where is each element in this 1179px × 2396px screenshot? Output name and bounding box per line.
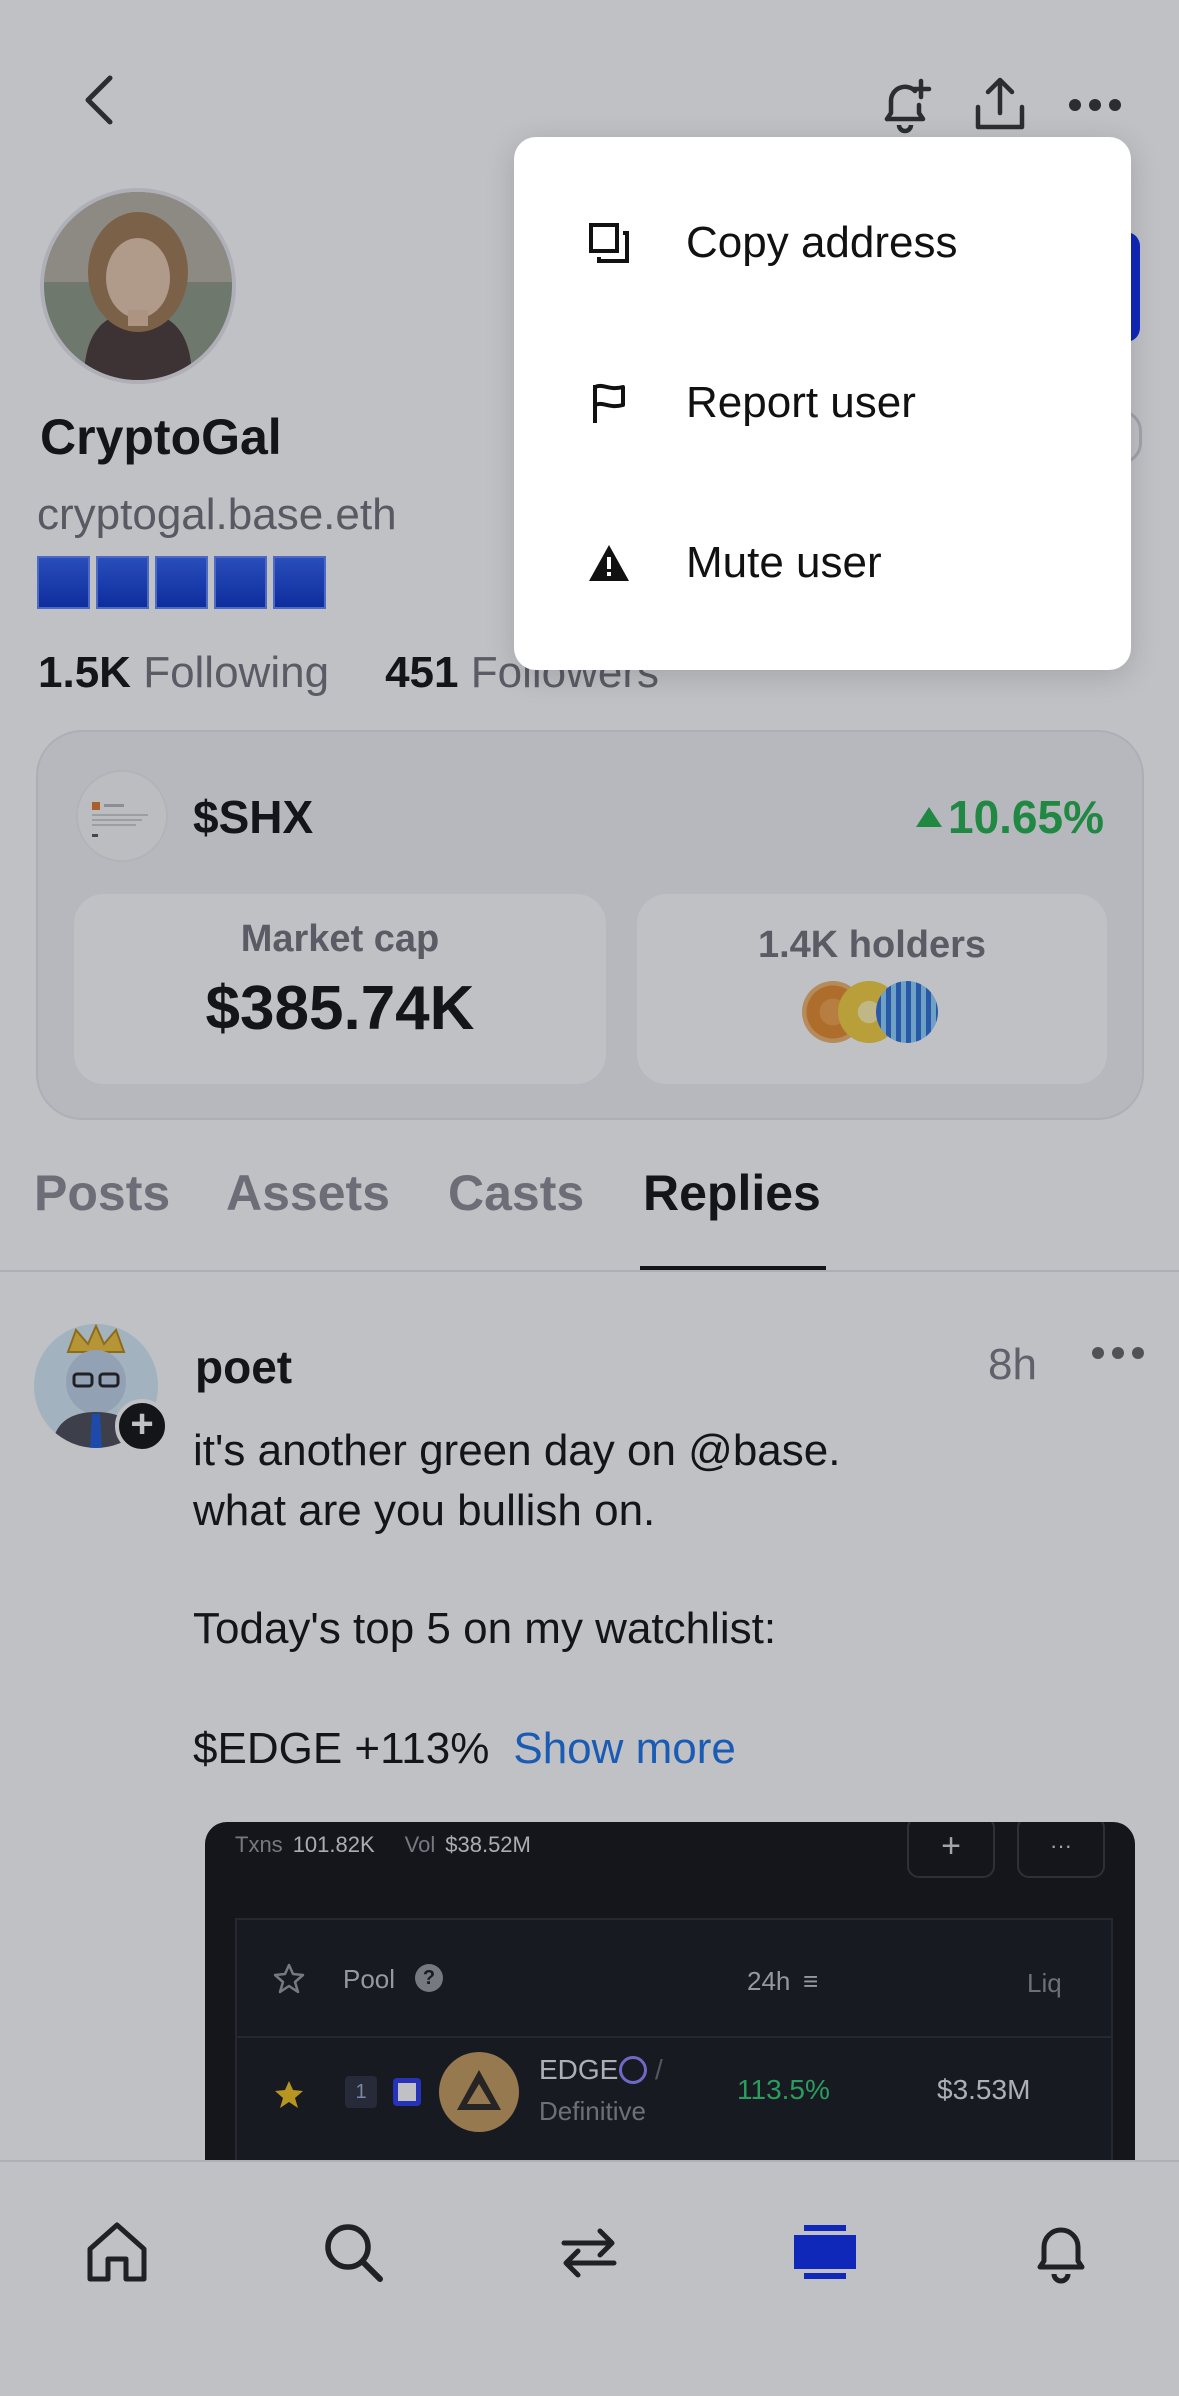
profile-page: CryptoGal cryptogal.base.eth 1.5K Follow… [0, 0, 1179, 2396]
copy-icon [584, 218, 634, 268]
menu-item-label: Copy address [686, 218, 958, 267]
profile-options-menu: Copy address Report user Mute user [514, 137, 1131, 670]
warning-icon [584, 538, 634, 588]
menu-item-copy-address[interactable]: Copy address [514, 163, 1131, 323]
flag-icon [584, 378, 634, 428]
menu-item-report-user[interactable]: Report user [514, 323, 1131, 483]
menu-item-mute-user[interactable]: Mute user [514, 483, 1131, 643]
menu-item-label: Mute user [686, 538, 882, 587]
menu-item-label: Report user [686, 378, 916, 427]
